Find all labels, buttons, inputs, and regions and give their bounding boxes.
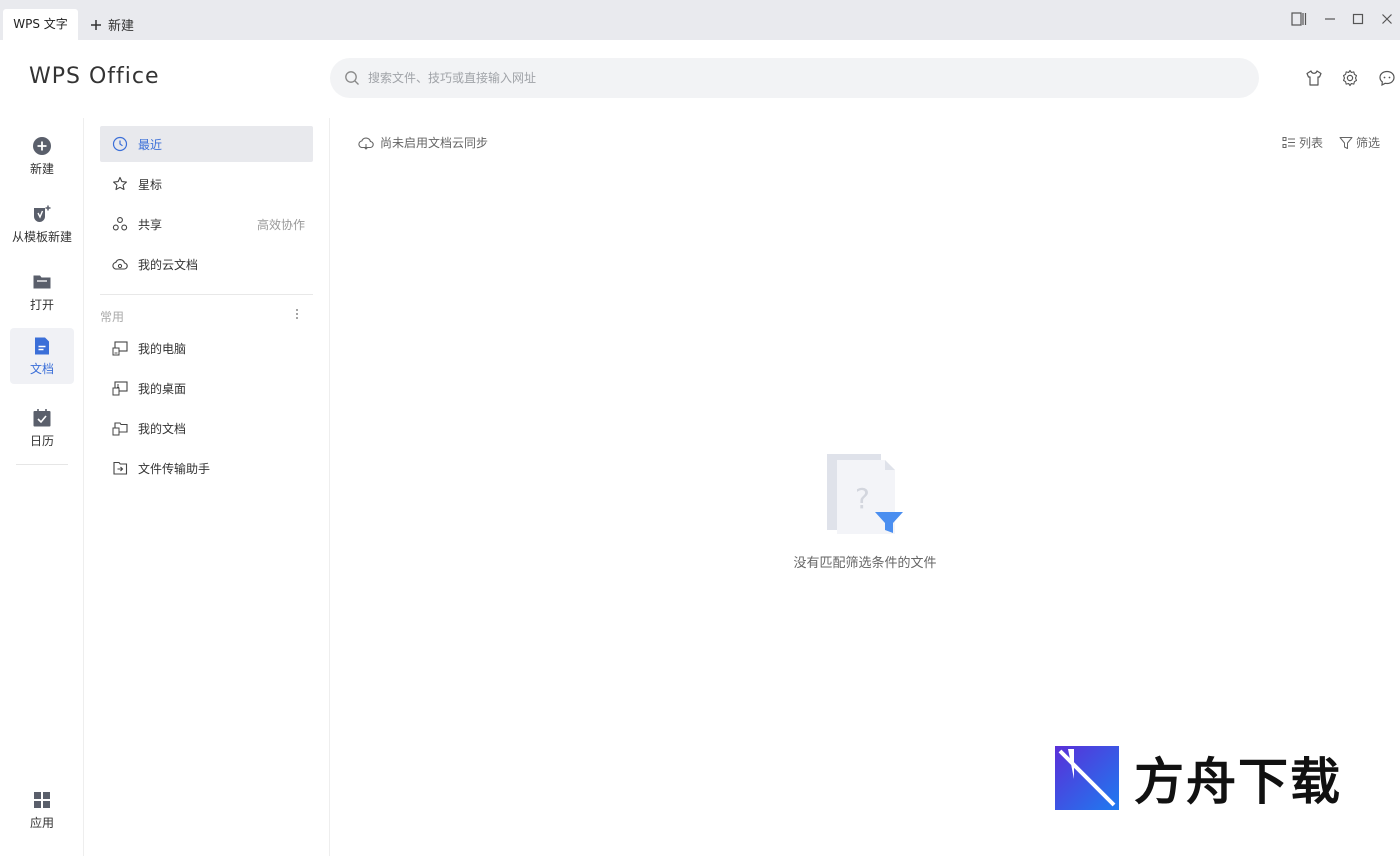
nav-new-label: 新建 xyxy=(29,161,54,176)
sidebar-item-shared-label: 共享 xyxy=(138,217,163,232)
folder-icon xyxy=(33,275,51,288)
layout-icon xyxy=(1291,12,1307,26)
template-icon xyxy=(34,205,51,222)
cloud-icon xyxy=(112,259,128,270)
star-icon xyxy=(113,176,127,191)
left-navigation: 新建 从模板新建 打开 文档 日历 应用 xyxy=(0,118,84,856)
document-icon xyxy=(35,337,49,354)
cloud-sync-icon xyxy=(358,137,374,150)
nav-from-template[interactable]: 从模板新建 xyxy=(10,196,74,252)
shirt-icon xyxy=(1306,70,1322,86)
common-group-label: 常用 xyxy=(100,310,125,324)
minimize-button[interactable] xyxy=(1321,10,1339,28)
maximize-icon xyxy=(1352,13,1364,25)
sidebar-item-my-documents[interactable]: 我的文档 xyxy=(100,410,313,446)
layout-toggle-button[interactable] xyxy=(1290,10,1308,28)
search-icon xyxy=(345,71,359,85)
empty-message: 没有匹配筛选条件的文件 xyxy=(793,556,937,571)
sidebar-item-file-transfer[interactable]: 文件传输助手 xyxy=(100,450,313,486)
sidebar-item-file-transfer-label: 文件传输助手 xyxy=(138,461,211,476)
sidebar-item-starred-label: 星标 xyxy=(138,177,163,192)
close-icon xyxy=(1382,14,1392,24)
plus-icon xyxy=(91,19,101,30)
close-button[interactable] xyxy=(1378,10,1396,28)
search-input[interactable] xyxy=(368,71,1228,85)
sidebar-item-cloud-docs[interactable]: 我的云文档 xyxy=(100,246,313,282)
tab-wps-writer[interactable]: WPS 文字 xyxy=(3,9,78,40)
new-tab-label: 新建 xyxy=(108,19,135,34)
no-file-illustration-icon: ? xyxy=(827,454,903,534)
plus-circle-icon xyxy=(33,136,51,155)
sidebar-item-my-computer[interactable]: 我的电脑 xyxy=(100,330,313,366)
new-tab-button[interactable]: 新建 xyxy=(90,9,134,40)
nav-open[interactable]: 打开 xyxy=(10,264,74,320)
sidebar-item-cloud-docs-label: 我的云文档 xyxy=(138,257,199,272)
empty-state: ? 没有匹配筛选条件的文件 xyxy=(770,452,960,571)
watermark: 方舟下载 xyxy=(1054,744,1364,812)
clock-icon xyxy=(112,136,128,152)
filter-button[interactable]: 筛选 xyxy=(1339,134,1380,151)
cloud-sync-label: 尚未启用文档云同步 xyxy=(380,136,489,150)
sidebar-item-starred[interactable]: 星标 xyxy=(100,166,313,202)
collaboration-link[interactable]: 高效协作 xyxy=(257,216,305,233)
my-documents-icon xyxy=(112,422,128,436)
minimize-icon xyxy=(1325,18,1335,20)
svg-text:?: ? xyxy=(855,482,870,515)
cloud-sync-status[interactable]: 尚未启用文档云同步 xyxy=(358,134,488,151)
nav-open-label: 打开 xyxy=(29,297,54,312)
list-view-button[interactable]: 列表 xyxy=(1282,134,1323,151)
search-bar[interactable] xyxy=(330,58,1259,98)
nav-apps-label: 应用 xyxy=(29,815,54,830)
nav-calendar-label: 日历 xyxy=(29,433,54,448)
desktop-icon xyxy=(112,381,128,396)
title-bar: WPS 文字 新建 xyxy=(0,0,1400,40)
list-view-label: 列表 xyxy=(1299,136,1324,150)
nav-documents[interactable]: 文档 xyxy=(10,328,74,384)
sidebar-item-shared[interactable]: 共享 高效协作 xyxy=(100,206,313,242)
apps-grid-icon xyxy=(34,791,50,808)
share-icon xyxy=(112,217,128,231)
header: WPS Office xyxy=(0,40,1400,118)
nav-from-template-label: 从模板新建 xyxy=(11,229,72,244)
sidebar-item-my-desktop[interactable]: 我的桌面 xyxy=(100,370,313,406)
sidebar-item-my-desktop-label: 我的桌面 xyxy=(138,381,187,396)
skin-button[interactable] xyxy=(1304,68,1324,88)
gear-icon xyxy=(1342,69,1358,87)
nav-new[interactable]: 新建 xyxy=(10,128,74,184)
sidebar-item-my-documents-label: 我的文档 xyxy=(138,421,187,436)
side-panel: 最近 星标 共享 高效协作 我的云文档 常用 我的电脑 我的桌面 我的文档 文件… xyxy=(84,118,330,856)
sidebar-item-recent[interactable]: 最近 xyxy=(100,126,313,162)
list-icon xyxy=(1282,136,1295,148)
file-transfer-icon xyxy=(113,461,128,475)
filter-label: 筛选 xyxy=(1356,136,1381,150)
nav-documents-label: 文档 xyxy=(29,361,54,376)
computer-icon xyxy=(112,341,128,356)
chat-icon xyxy=(1379,70,1395,87)
sidebar-item-my-computer-label: 我的电脑 xyxy=(138,341,187,356)
filter-icon xyxy=(1339,136,1353,149)
common-more-button[interactable] xyxy=(290,306,304,322)
calendar-icon xyxy=(33,408,51,426)
nav-calendar[interactable]: 日历 xyxy=(10,400,74,456)
sidebar-item-recent-label: 最近 xyxy=(138,137,163,152)
sidebar-divider xyxy=(100,294,313,295)
nav-apps[interactable]: 应用 xyxy=(10,782,74,838)
fangzhou-logo-icon xyxy=(1055,746,1119,810)
settings-button[interactable] xyxy=(1340,68,1360,88)
nav-divider xyxy=(16,464,68,465)
feedback-button[interactable] xyxy=(1377,68,1397,88)
wps-office-logo: WPS Office xyxy=(29,64,160,89)
watermark-text: 方舟下载 xyxy=(1134,753,1342,811)
maximize-button[interactable] xyxy=(1349,10,1367,28)
